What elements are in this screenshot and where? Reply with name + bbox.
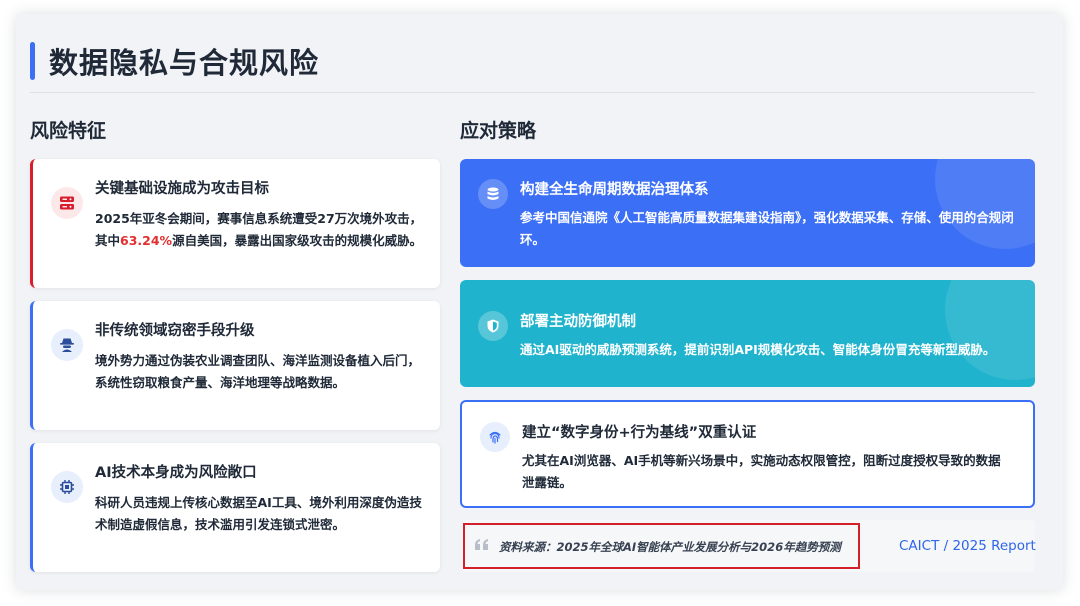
database-icon <box>478 179 508 209</box>
strategy-card-body: 尤其在AI浏览器、AI手机等新兴场景中，实施动态权限管控，阻断过度授权导致的数据… <box>522 453 1001 490</box>
risk-highlight-percent: 63.24% <box>120 233 173 248</box>
fingerprint-icon <box>480 422 510 452</box>
strategy-card-title: 部署主动防御机制 <box>520 314 636 330</box>
strategy-card-body: 参考中国信通院《人工智能高质量数据集建设指南》，强化数据采集、存储、使用的合规闭… <box>520 210 1014 247</box>
shield-icon <box>478 311 508 341</box>
title-divider <box>30 92 1035 93</box>
server-icon <box>51 187 83 219</box>
risk-section-title: 风险特征 <box>30 120 107 142</box>
risk-card-title: AI技术本身成为风险敞口 <box>95 465 257 481</box>
risk-card-title: 关键基础设施成为攻击目标 <box>95 181 269 197</box>
risk-card-ai-exposure: AI技术本身成为风险敞口 科研人员违规上传核心数据至AI工具、境外利用深度伪造技… <box>30 443 440 572</box>
card-decoration <box>945 280 1035 380</box>
risk-card-body-text: 源自美国，暴露出国家级攻击的规模化威胁。 <box>172 233 423 248</box>
spy-icon <box>51 329 83 361</box>
strategy-section-title: 应对策略 <box>460 120 537 142</box>
strategy-card-defense: 部署主动防御机制 通过AI驱动的威胁预测系统，提前识别API规模化攻击、智能体身… <box>460 280 1035 387</box>
risk-card-body: 境外势力通过伪装农业调查团队、海洋监测设备植入后门，系统性窃取粮食产量、海洋地理… <box>95 353 421 390</box>
quote-icon <box>475 539 488 550</box>
title-accent-bar <box>30 42 35 80</box>
risk-card-infrastructure: 关键基础设施成为攻击目标 2025年亚冬会期间，赛事信息系统遭受27万次境外攻击… <box>30 159 440 288</box>
strategy-card-governance: 构建全生命周期数据治理体系 参考中国信通院《人工智能高质量数据集建设指南》，强化… <box>460 159 1035 267</box>
chip-icon <box>51 471 83 503</box>
risk-card-title: 非传统领域窃密手段升级 <box>95 323 255 339</box>
page-title: 数据隐私与合规风险 <box>49 46 320 80</box>
strategy-card-body: 通过AI驱动的威胁预测系统，提前识别API规模化攻击、智能体身份冒充等新型威胁。 <box>520 342 996 357</box>
source-text: 资料来源：2025年全球AI智能体产业发展分析与2026年趋势预测 <box>499 540 841 554</box>
risk-card-body: 科研人员违规上传核心数据至AI工具、境外利用深度伪造技术制造虚假信息，技术滥用引… <box>95 495 422 532</box>
risk-card-body: 2025年亚冬会期间，赛事信息系统遭受27万次境外攻击，其中63.24%源自美国… <box>95 208 424 252</box>
risk-card-espionage: 非传统领域窃密手段升级 境外势力通过伪装农业调查团队、海洋监测设备植入后门，系统… <box>30 301 440 430</box>
strategy-card-title: 建立“数字身份+行为基线”双重认证 <box>522 425 757 441</box>
strategy-card-authentication: 建立“数字身份+行为基线”双重认证 尤其在AI浏览器、AI手机等新兴场景中，实施… <box>460 400 1035 508</box>
source-link[interactable]: CAICT / 2025 Report <box>899 538 1036 554</box>
title-bar: 数据隐私与合规风险 <box>30 42 319 80</box>
